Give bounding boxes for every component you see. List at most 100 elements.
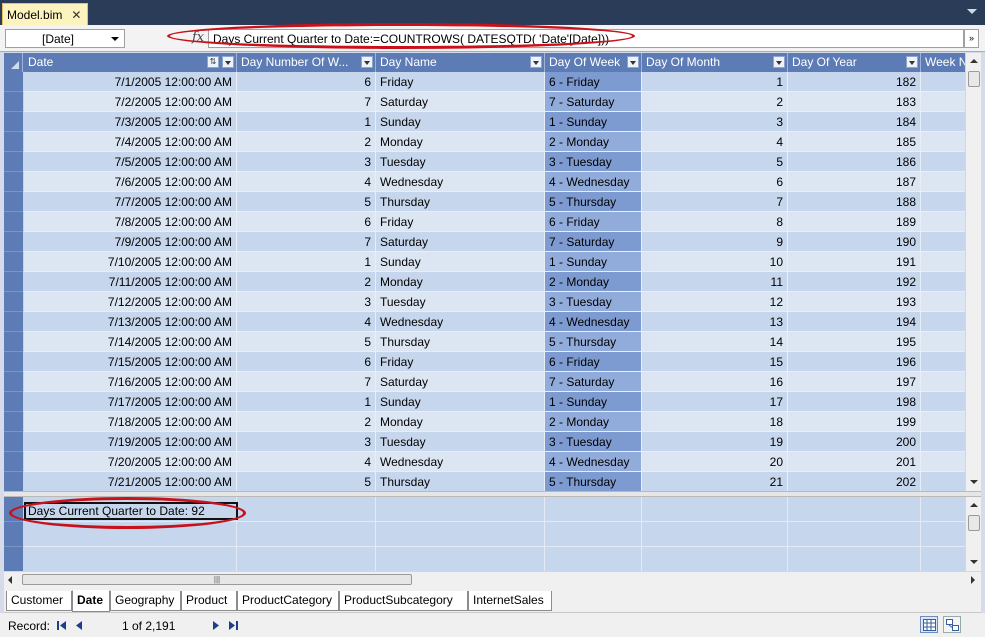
table-cell[interactable] (921, 472, 965, 491)
table-cell[interactable]: 2 (642, 92, 788, 112)
sheet-tab-productcategory[interactable]: ProductCategory (237, 591, 339, 611)
table-cell[interactable]: 202 (788, 472, 921, 491)
table-cell[interactable]: 188 (788, 192, 921, 212)
scroll-up-icon[interactable] (970, 59, 978, 63)
filter-dropdown-icon[interactable] (906, 56, 918, 68)
sheet-tab-productsubcategory[interactable]: ProductSubcategory (339, 591, 468, 611)
row-selector[interactable] (4, 352, 23, 372)
table-cell[interactable]: 1 - Sunday (545, 252, 642, 272)
measure-cell-empty[interactable] (921, 522, 965, 547)
column-header[interactable]: Day Of Month (642, 53, 788, 72)
row-selector[interactable] (4, 192, 23, 212)
table-cell[interactable] (921, 192, 965, 212)
table-cell[interactable] (921, 392, 965, 412)
table-cell[interactable]: Thursday (376, 472, 545, 491)
table-row[interactable]: 7/2/2005 12:00:00 AM 7 Saturday 7 - Saturda… (4, 92, 965, 112)
table-cell[interactable]: 183 (788, 92, 921, 112)
scroll-left-icon[interactable] (8, 576, 12, 584)
grid-view-icon[interactable] (920, 616, 938, 633)
table-cell[interactable]: 18 (642, 412, 788, 432)
table-cell[interactable]: 20 (642, 452, 788, 472)
table-cell[interactable]: 1 (642, 72, 788, 92)
table-cell[interactable] (921, 432, 965, 452)
table-cell[interactable]: Saturday (376, 92, 545, 112)
table-cell[interactable]: 7/19/2005 12:00:00 AM (24, 432, 237, 452)
table-row[interactable]: 7/1/2005 12:00:00 AM 6 Friday 6 - Friday 1 18… (4, 72, 965, 92)
row-selector[interactable] (4, 432, 23, 452)
table-cell[interactable]: 200 (788, 432, 921, 452)
table-cell[interactable]: 193 (788, 292, 921, 312)
table-cell[interactable]: 7/12/2005 12:00:00 AM (24, 292, 237, 312)
table-cell[interactable] (921, 272, 965, 292)
table-cell[interactable]: 2 (237, 272, 376, 292)
measure-cell[interactable]: Days Current Quarter to Date: 92 (24, 502, 238, 520)
table-cell[interactable]: 2 - Monday (545, 272, 642, 292)
table-cell[interactable]: 195 (788, 332, 921, 352)
table-cell[interactable]: 3 - Tuesday (545, 152, 642, 172)
table-cell[interactable]: 4 - Wednesday (545, 312, 642, 332)
measure-grid[interactable]: Days Current Quarter to Date: 92 (4, 497, 965, 571)
measure-cell-empty[interactable] (642, 547, 788, 571)
document-tab-model-bim[interactable]: Model.bim ✕ (2, 3, 88, 25)
table-cell[interactable]: Friday (376, 72, 545, 92)
table-cell[interactable]: Monday (376, 132, 545, 152)
table-cell[interactable]: 4 - Wednesday (545, 452, 642, 472)
filter-dropdown-icon[interactable] (222, 56, 234, 68)
table-cell[interactable] (921, 332, 965, 352)
measure-vertical-scrollbar[interactable] (965, 497, 981, 571)
table-cell[interactable] (921, 312, 965, 332)
table-cell[interactable]: Saturday (376, 372, 545, 392)
table-row[interactable]: 7/18/2005 12:00:00 AM 2 Monday 2 - Monday 18… (4, 412, 965, 432)
table-cell[interactable]: 5 - Thursday (545, 332, 642, 352)
measure-cell-empty[interactable] (237, 547, 376, 571)
measure-cell-empty[interactable] (237, 522, 376, 547)
table-cell[interactable]: 184 (788, 112, 921, 132)
filter-dropdown-icon[interactable] (773, 56, 785, 68)
table-cell[interactable]: 3 - Tuesday (545, 292, 642, 312)
row-selector[interactable] (4, 232, 23, 252)
table-cell[interactable]: Sunday (376, 252, 545, 272)
table-cell[interactable]: 187 (788, 172, 921, 192)
table-cell[interactable]: 17 (642, 392, 788, 412)
table-cell[interactable]: Friday (376, 212, 545, 232)
measure-cell-empty[interactable] (545, 547, 642, 571)
row-selector[interactable] (4, 252, 23, 272)
table-row[interactable]: 7/9/2005 12:00:00 AM 7 Saturday 7 - Saturda… (4, 232, 965, 252)
table-cell[interactable]: 7/7/2005 12:00:00 AM (24, 192, 237, 212)
table-cell[interactable]: 6 (642, 172, 788, 192)
table-cell[interactable]: 4 (642, 132, 788, 152)
row-selector[interactable] (4, 547, 23, 571)
table-cell[interactable] (921, 292, 965, 312)
table-cell[interactable]: Saturday (376, 232, 545, 252)
table-cell[interactable] (921, 452, 965, 472)
table-cell[interactable]: 2 - Monday (545, 412, 642, 432)
table-cell[interactable]: Tuesday (376, 152, 545, 172)
table-cell[interactable]: 192 (788, 272, 921, 292)
table-cell[interactable]: 7/17/2005 12:00:00 AM (24, 392, 237, 412)
table-cell[interactable]: 185 (788, 132, 921, 152)
horizontal-scrollbar[interactable]: ||| (4, 571, 981, 587)
table-row[interactable]: 7/5/2005 12:00:00 AM 3 Tuesday 3 - Tuesday 5… (4, 152, 965, 172)
measure-row[interactable] (4, 547, 965, 571)
table-cell[interactable]: 7/1/2005 12:00:00 AM (24, 72, 237, 92)
sheet-tab-geography[interactable]: Geography (110, 591, 181, 611)
scroll-up-icon[interactable] (970, 503, 978, 507)
row-selector[interactable] (4, 212, 23, 232)
table-cell[interactable] (921, 112, 965, 132)
table-cell[interactable]: 19 (642, 432, 788, 452)
table-cell[interactable]: Wednesday (376, 452, 545, 472)
table-cell[interactable]: 9 (642, 232, 788, 252)
table-cell[interactable]: 1 (237, 252, 376, 272)
table-cell[interactable]: 7 (237, 232, 376, 252)
table-cell[interactable]: 7 (237, 92, 376, 112)
data-grid[interactable]: Date ⇅ Day Number Of W... Day Name Day Of We… (4, 53, 965, 491)
table-row[interactable]: 7/13/2005 12:00:00 AM 4 Wednesday 4 - Wedne… (4, 312, 965, 332)
table-row[interactable]: 7/6/2005 12:00:00 AM 4 Wednesday 4 - Wednes… (4, 172, 965, 192)
table-row[interactable]: 7/17/2005 12:00:00 AM 1 Sunday 1 - Sunday 17… (4, 392, 965, 412)
measure-cell-empty[interactable] (376, 497, 545, 522)
table-cell[interactable] (921, 352, 965, 372)
table-cell[interactable]: 6 (237, 352, 376, 372)
table-cell[interactable] (921, 72, 965, 92)
table-cell[interactable] (921, 132, 965, 152)
table-cell[interactable]: 1 (237, 112, 376, 132)
